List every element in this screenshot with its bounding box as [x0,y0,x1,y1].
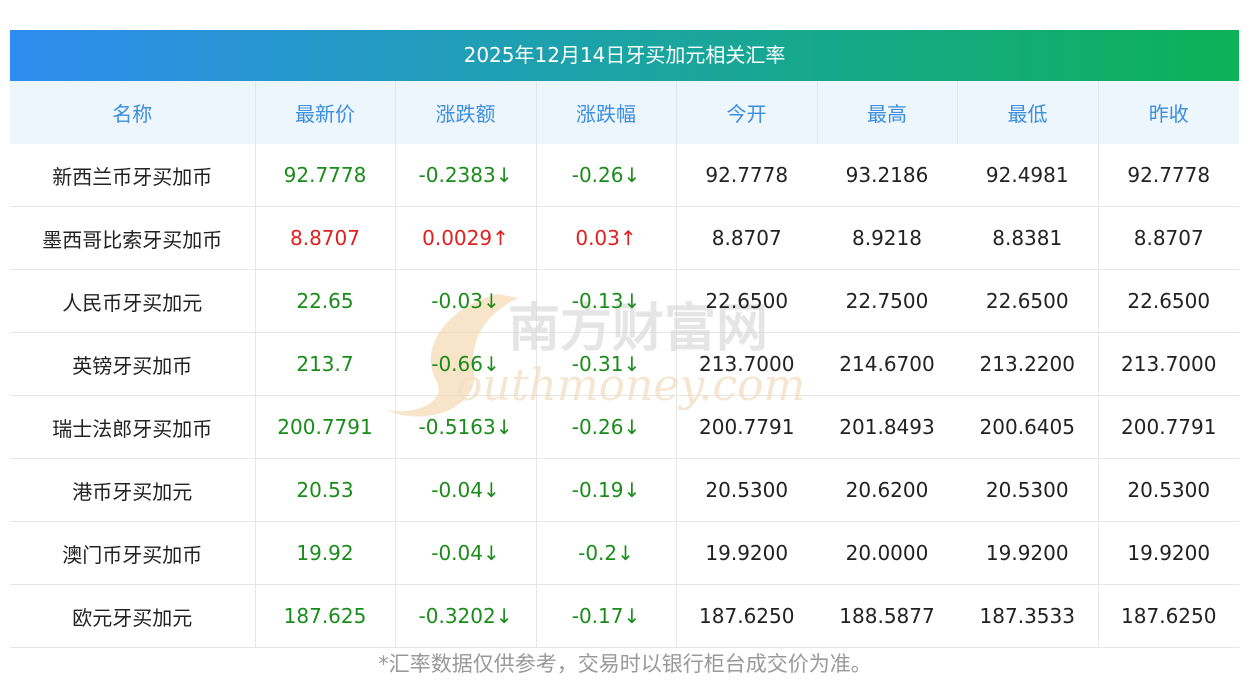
cell-low: 19.9200 [957,521,1099,585]
cell-latest: 187.625 [255,584,396,648]
cell-latest: 200.7791 [255,395,396,459]
cell-prev-close: 8.8707 [1098,206,1239,270]
cell-change: -0.2383↓ [395,144,537,207]
cell-name: 墨西哥比索牙买加币 [10,206,256,270]
header-latest: 最新价 [255,81,396,144]
cell-open: 187.6250 [676,584,817,648]
cell-change-pct: 0.03↑ [536,206,677,270]
cell-latest: 20.53 [255,458,396,522]
cell-change-pct: -0.2↓ [536,521,677,585]
cell-open: 22.6500 [676,269,817,333]
cell-open: 200.7791 [676,395,817,459]
cell-change-pct: -0.26↓ [536,144,677,207]
cell-change: -0.03↓ [395,269,537,333]
table-row: 英镑牙买加币 213.7 -0.66↓ -0.31↓ 213.7000 214.6700 2… [10,332,1239,396]
cell-change: -0.66↓ [395,332,537,396]
cell-high: 201.8493 [817,395,957,459]
cell-prev-close: 20.5300 [1098,458,1239,522]
table-row: 瑞士法郎牙买加币 200.7791 -0.5163↓ -0.26↓ 200.7791 20… [10,395,1239,459]
cell-change: -0.04↓ [395,458,537,522]
rates-panel: 2025年12月14日牙买加元相关汇率 名称 最新价 涨跌额 涨跌幅 今开 最高… [10,30,1239,648]
cell-latest: 22.65 [255,269,396,333]
cell-low: 8.8381 [957,206,1099,270]
cell-name: 人民币牙买加元 [10,269,256,333]
table-title: 2025年12月14日牙买加元相关汇率 [10,30,1239,81]
cell-low: 187.3533 [957,584,1099,648]
cell-open: 92.7778 [676,144,817,207]
table-row: 澳门币牙买加币 19.92 -0.04↓ -0.2↓ 19.9200 20.0000 19.… [10,521,1239,585]
cell-name: 瑞士法郎牙买加币 [10,395,256,459]
cell-latest: 92.7778 [255,144,396,207]
cell-change-pct: -0.19↓ [536,458,677,522]
cell-high: 22.7500 [817,269,957,333]
cell-prev-close: 200.7791 [1098,395,1239,459]
cell-name: 港币牙买加元 [10,458,256,522]
cell-high: 8.9218 [817,206,957,270]
table-row: 港币牙买加元 20.53 -0.04↓ -0.19↓ 20.5300 20.6200 20.… [10,458,1239,522]
cell-open: 8.8707 [676,206,817,270]
disclaimer-note: *汇率数据仅供参考，交易时以银行柜台成交价为准。 [378,652,872,676]
cell-low: 22.6500 [957,269,1099,333]
cell-open: 213.7000 [676,332,817,396]
cell-name: 英镑牙买加币 [10,332,256,396]
cell-change: -0.04↓ [395,521,537,585]
cell-prev-close: 22.6500 [1098,269,1239,333]
cell-high: 214.6700 [817,332,957,396]
header-change: 涨跌额 [395,81,537,144]
header-high: 最高 [817,81,958,144]
cell-high: 93.2186 [817,144,957,207]
table-header-row: 名称 最新价 涨跌额 涨跌幅 今开 最高 最低 昨收 [10,81,1239,144]
cell-change-pct: -0.17↓ [536,584,677,648]
cell-change-pct: -0.26↓ [536,395,677,459]
header-low: 最低 [957,81,1099,144]
cell-open: 20.5300 [676,458,817,522]
header-name: 名称 [10,81,256,144]
cell-low: 20.5300 [957,458,1099,522]
cell-high: 20.6200 [817,458,957,522]
table-row: 欧元牙买加元 187.625 -0.3202↓ -0.17↓ 187.6250 188.5… [10,584,1239,648]
cell-change-pct: -0.13↓ [536,269,677,333]
cell-name: 欧元牙买加元 [10,584,256,648]
cell-name: 澳门币牙买加币 [10,521,256,585]
table-row: 新西兰币牙买加币 92.7778 -0.2383↓ -0.26↓ 92.7778 93.2… [10,144,1239,207]
cell-prev-close: 19.9200 [1098,521,1239,585]
cell-latest: 19.92 [255,521,396,585]
header-open: 今开 [676,81,818,144]
rates-table: 名称 最新价 涨跌额 涨跌幅 今开 最高 最低 昨收 新西兰币牙买加币 92.77… [10,81,1239,648]
cell-name: 新西兰币牙买加币 [10,144,256,207]
header-change-pct: 涨跌幅 [536,81,677,144]
cell-prev-close: 187.6250 [1098,584,1239,648]
cell-latest: 8.8707 [255,206,396,270]
cell-change: -0.3202↓ [395,584,537,648]
cell-change: -0.5163↓ [395,395,537,459]
cell-open: 19.9200 [676,521,817,585]
table-row: 人民币牙买加元 22.65 -0.03↓ -0.13↓ 22.6500 22.7500 22… [10,269,1239,333]
cell-low: 200.6405 [957,395,1099,459]
cell-prev-close: 92.7778 [1098,144,1239,207]
cell-low: 213.2200 [957,332,1099,396]
cell-latest: 213.7 [255,332,396,396]
cell-high: 20.0000 [817,521,957,585]
cell-prev-close: 213.7000 [1098,332,1239,396]
table-row: 墨西哥比索牙买加币 8.8707 0.0029↑ 0.03↑ 8.8707 8.9218 8… [10,206,1239,270]
header-prev-close: 昨收 [1098,81,1239,144]
cell-low: 92.4981 [957,144,1099,207]
cell-change-pct: -0.31↓ [536,332,677,396]
cell-high: 188.5877 [817,584,957,648]
cell-change: 0.0029↑ [395,206,537,270]
